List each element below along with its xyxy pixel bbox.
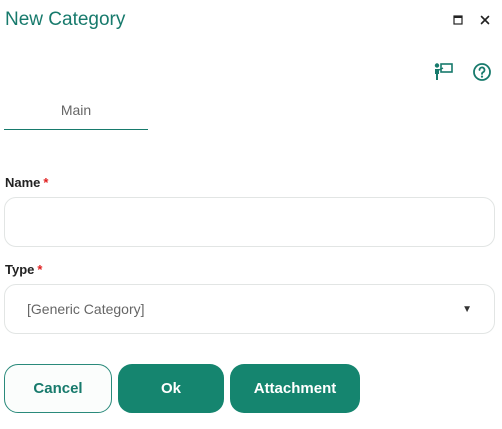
help-icon[interactable] (471, 61, 493, 83)
type-required-mark: * (37, 262, 43, 277)
caret-down-icon: ▼ (462, 303, 472, 315)
presenter-icon[interactable] (432, 61, 454, 83)
type-label-text: Type (5, 262, 35, 277)
dialog-title: New Category (5, 9, 126, 30)
tab-main[interactable]: Main (4, 90, 148, 130)
cancel-button[interactable]: Cancel (4, 364, 112, 413)
ok-button[interactable]: Ok (118, 364, 224, 413)
name-required-mark: * (43, 175, 49, 190)
attachment-button[interactable]: Attachment (230, 364, 360, 413)
name-input[interactable] (4, 197, 495, 247)
new-category-dialog: New Category Main Name * Type * [Generic… (0, 0, 502, 429)
type-select-value: [Generic Category] (27, 301, 145, 317)
maximize-icon[interactable] (450, 12, 466, 28)
type-select[interactable]: [Generic Category] ▼ (4, 284, 495, 334)
name-label: Name * (5, 175, 48, 190)
type-label: Type * (5, 262, 42, 277)
close-icon[interactable] (477, 12, 493, 28)
name-label-text: Name (5, 175, 41, 190)
